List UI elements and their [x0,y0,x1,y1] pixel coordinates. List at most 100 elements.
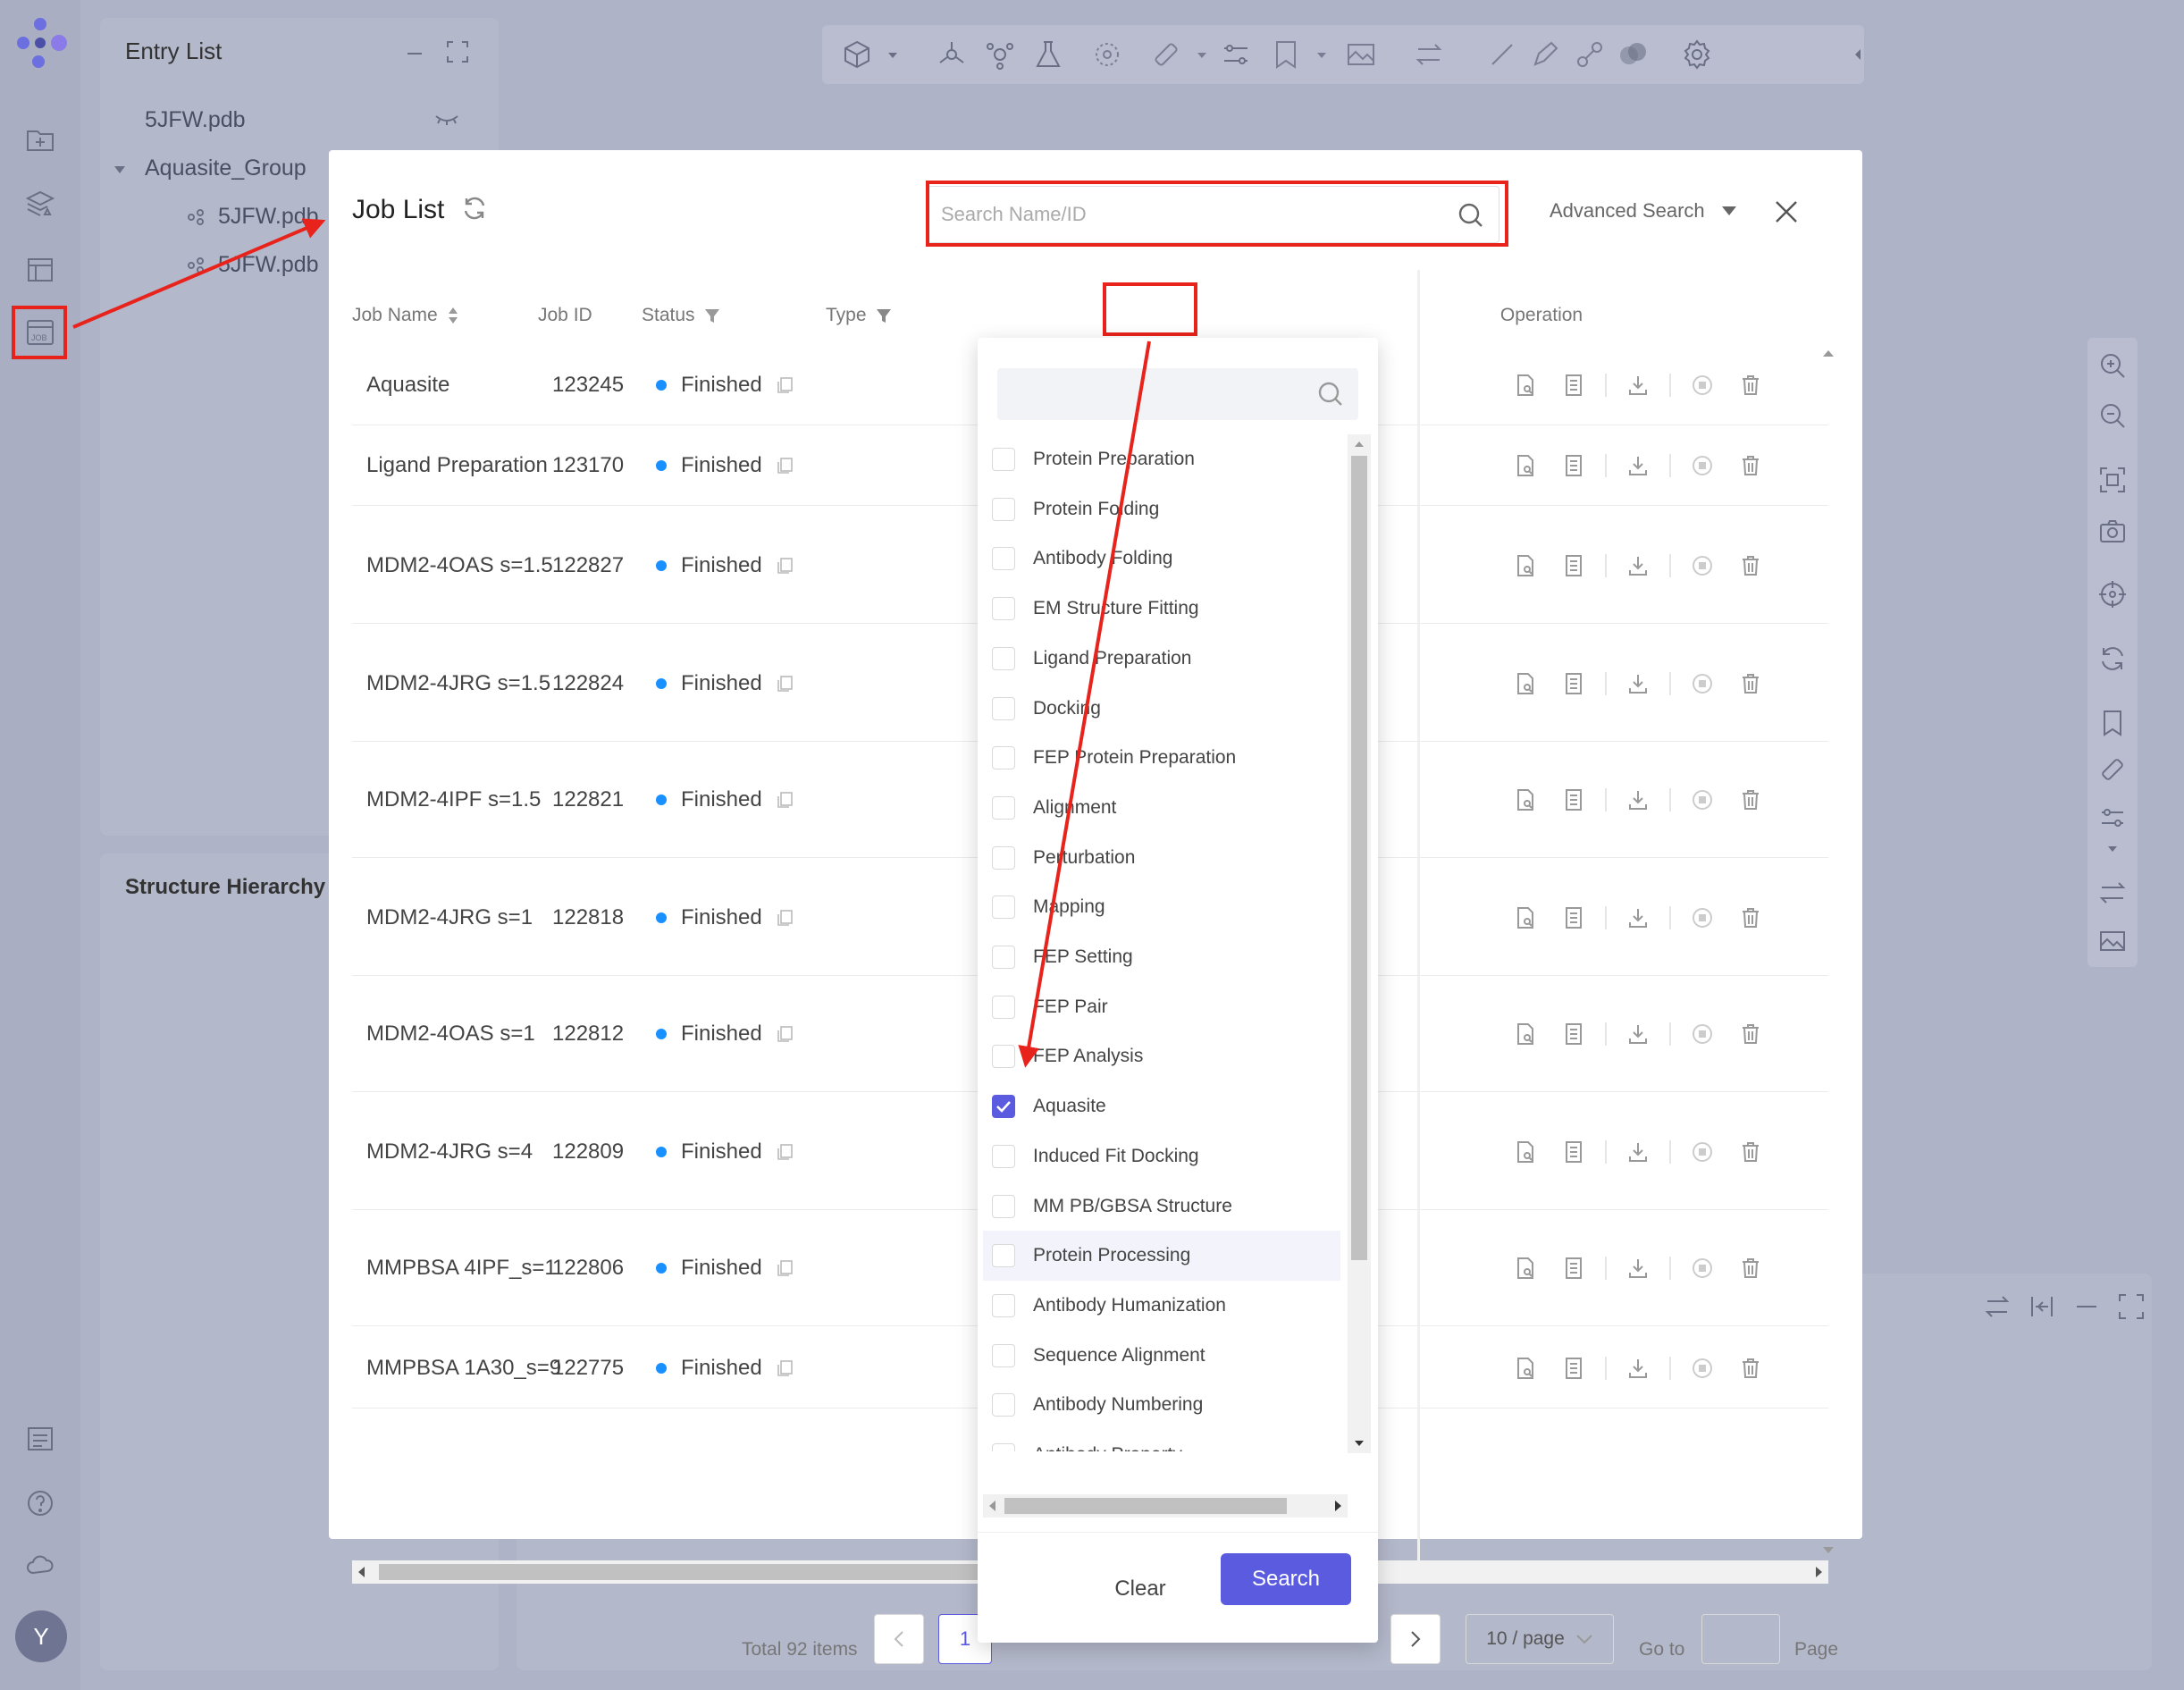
ruler-icon[interactable] [2097,754,2128,785]
file-search-icon[interactable] [1514,454,1537,477]
copy-icon[interactable] [777,909,794,927]
copy-icon[interactable] [777,1025,794,1043]
type-option[interactable]: FEP Setting [983,932,1340,982]
checkbox[interactable] [992,1393,1015,1417]
checkbox[interactable] [992,597,1015,621]
stop-icon[interactable] [1691,672,1714,695]
checkbox[interactable] [992,1293,1015,1317]
type-option[interactable]: Antibody Folding [983,534,1340,584]
type-option[interactable]: Antibody Humanization [983,1281,1340,1331]
search-button[interactable]: Search [1221,1553,1351,1605]
chevron-down-icon[interactable] [1185,38,1206,71]
next-page-button[interactable] [1390,1614,1441,1664]
folder-add-icon[interactable] [21,120,60,159]
report-icon[interactable] [1562,672,1585,695]
report-icon[interactable] [1562,554,1585,577]
zoom-out-icon[interactable] [2097,400,2128,431]
copy-icon[interactable] [777,1359,794,1377]
rotate-icon[interactable] [2097,643,2128,674]
report-icon[interactable] [1562,788,1585,811]
stop-icon[interactable] [1691,454,1714,477]
trash-icon[interactable] [1739,554,1762,577]
report-icon[interactable] [1562,374,1585,397]
chevron-down-icon[interactable] [876,38,897,71]
checkbox[interactable] [992,448,1015,471]
horizontal-scrollbar[interactable] [983,1494,1348,1518]
image-icon[interactable] [2097,926,2128,956]
report-icon[interactable] [1562,1022,1585,1046]
type-option[interactable]: FEP Protein Preparation [983,733,1340,783]
col-job-name[interactable]: Job Name [352,275,459,356]
bookmark-icon[interactable] [1269,38,1303,71]
molecule-icon[interactable] [983,38,1017,71]
checkbox[interactable] [992,646,1015,670]
filter-icon[interactable] [876,307,892,324]
type-option[interactable]: Mapping [983,882,1340,932]
fullscreen-icon[interactable] [2116,1291,2146,1322]
report-icon[interactable] [1562,1257,1585,1280]
chevron-down-icon[interactable] [1305,38,1326,71]
collapse-icon[interactable] [1841,38,1861,71]
file-search-icon[interactable] [1514,906,1537,929]
type-option[interactable]: Docking [983,684,1340,734]
swap-icon[interactable] [2097,878,2128,908]
advanced-search-toggle[interactable]: Advanced Search [1550,199,1737,223]
pencil-icon[interactable] [1528,38,1562,71]
fullscreen-icon[interactable] [445,39,470,64]
type-option[interactable]: Antibody Numbering [983,1380,1340,1430]
chevron-down-icon[interactable] [2097,835,2128,852]
help-icon[interactable] [21,1484,60,1523]
stop-icon[interactable] [1691,1140,1714,1164]
entry-item[interactable]: 5JFW.pdb [145,107,246,133]
stop-icon[interactable] [1691,1257,1714,1280]
minimize-icon[interactable] [2071,1291,2102,1322]
checkbox[interactable] [992,1194,1015,1218]
checkbox[interactable] [992,547,1015,571]
ligand-icon[interactable] [935,38,969,71]
download-icon[interactable] [1626,1140,1650,1164]
cloud-icon[interactable] [21,1546,60,1585]
link-icon[interactable] [1573,38,1607,71]
copy-icon[interactable] [777,1143,794,1161]
eye-closed-icon[interactable] [434,111,459,129]
copy-icon[interactable] [777,457,794,475]
type-option[interactable]: Aquasite [983,1081,1340,1131]
camera-icon[interactable] [2097,517,2128,547]
search-icon[interactable] [1317,381,1344,408]
line-icon[interactable] [1485,38,1519,71]
copy-icon[interactable] [777,376,794,394]
stop-icon[interactable] [1691,1357,1714,1380]
file-search-icon[interactable] [1514,788,1537,811]
checkbox[interactable] [992,746,1015,770]
report-icon[interactable] [1562,454,1585,477]
bookmark-icon[interactable] [2097,708,2128,738]
report-icon[interactable] [1562,906,1585,929]
checkbox[interactable] [992,946,1015,969]
file-search-icon[interactable] [1514,1140,1537,1164]
entry-item[interactable]: 5JFW.pdb [218,204,319,230]
checkbox[interactable] [992,1144,1015,1168]
type-option[interactable]: Perturbation [983,833,1340,883]
download-icon[interactable] [1626,374,1650,397]
stop-icon[interactable] [1691,1022,1714,1046]
type-option[interactable]: Ligand Preparation [983,634,1340,684]
checkbox[interactable] [992,1095,1015,1119]
checkbox[interactable] [992,696,1015,720]
minimize-icon[interactable] [404,43,425,64]
entry-item[interactable]: 5JFW.pdb [218,252,319,278]
goto-page-input[interactable] [1701,1614,1780,1664]
type-option[interactable]: Induced Fit Docking [983,1131,1340,1181]
refresh-icon[interactable] [461,195,488,222]
target-icon[interactable] [1090,38,1124,71]
trash-icon[interactable] [1739,1140,1762,1164]
type-option[interactable]: Protein Folding [983,484,1340,534]
report-icon[interactable] [1562,1357,1585,1380]
download-icon[interactable] [1626,454,1650,477]
download-icon[interactable] [1626,1022,1650,1046]
checkbox[interactable] [992,1343,1015,1367]
prev-page-button[interactable] [874,1614,924,1664]
type-option[interactable]: FEP Pair [983,982,1340,1032]
type-option[interactable]: MM PB/GBSA Structure [983,1181,1340,1232]
layers-icon[interactable] [21,184,60,223]
type-option[interactable]: Antibody Property [983,1430,1340,1451]
